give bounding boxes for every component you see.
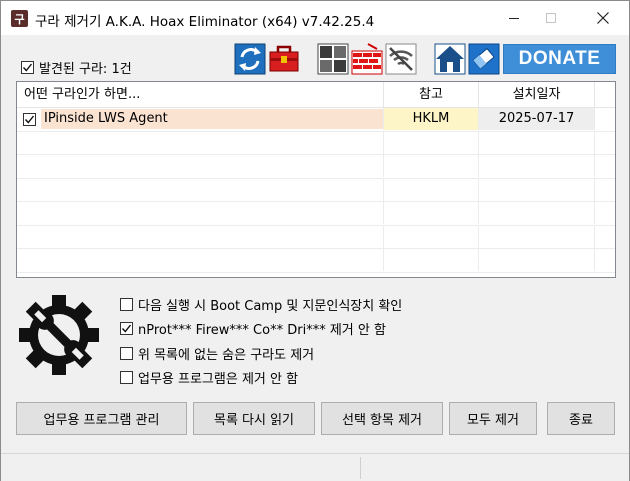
option-keep-business[interactable]: 업무용 프로그램은 제거 안 함 [120,368,298,387]
found-checkbox-box[interactable] [21,61,34,74]
option-checkbox[interactable] [120,298,133,311]
option-label: 위 목록에 없는 숨은 구라도 제거 [138,348,315,363]
reload-list-button[interactable]: 목록 다시 읽기 [193,402,315,435]
option-label: 다음 실행 시 Boot Camp 및 지문인식장치 확인 [138,299,403,314]
home-icon[interactable] [434,43,466,75]
close-button[interactable] [580,1,626,35]
option-label: 업무용 프로그램은 제거 안 함 [138,372,299,387]
eraser-icon[interactable] [468,43,500,75]
status-pane [1,457,361,479]
option-checkbox[interactable] [120,371,133,384]
refresh-icon[interactable] [234,43,266,75]
exit-button[interactable]: 종료 [547,402,615,435]
empty-row [17,202,615,226]
option-bootcamp-check[interactable]: 다음 실행 시 Boot Camp 및 지문인식장치 확인 [120,295,402,314]
option-checkbox[interactable] [120,347,133,360]
gear-wrench-icon [19,289,99,379]
empty-row [17,225,615,249]
remove-selected-button[interactable]: 선택 항목 제거 [321,402,443,435]
column-header-ref[interactable]: 참고 [384,82,479,108]
manage-business-button[interactable]: 업무용 프로그램 관리 [16,402,187,435]
empty-row [17,249,615,273]
app-icon: 구 [11,10,28,27]
status-bar [1,453,629,481]
row-date: 2025-07-17 [479,108,595,130]
firewall-icon[interactable] [351,43,383,75]
row-ref: HKLM [384,108,479,130]
donate-button[interactable]: DONATE [503,44,616,74]
maximize-icon [545,12,556,23]
row-name: IPinside LWS Agent [41,109,383,129]
option-remove-hidden[interactable]: 위 목록에 없는 숨은 구라도 제거 [120,344,314,363]
checkmark-icon [121,324,132,333]
remove-all-button[interactable]: 모두 제거 [449,402,537,435]
option-skip-nprotect[interactable]: nProt*** Firew*** Co** Dri*** 제거 안 함 [120,319,386,338]
empty-row [17,155,615,179]
hoax-list[interactable]: 어떤 구라인가 하면... 참고 설치일자 IPinside LWS Agent… [16,81,616,278]
window-title: 구라 제거기 A.K.A. Hoax Eliminator (x64) v7.4… [35,14,375,30]
list-rows: IPinside LWS Agent HKLM 2025-07-17 [17,108,615,273]
column-header-date[interactable]: 설치일자 [479,82,595,108]
main-window: 구 구라 제거기 A.K.A. Hoax Eliminator (x64) v7… [0,0,630,481]
title-bar[interactable]: 구 구라 제거기 A.K.A. Hoax Eliminator (x64) v7… [1,1,629,35]
found-count-checkbox[interactable]: 발견된 구라: 1건 [21,58,132,77]
found-count-label: 발견된 구라: 1건 [39,62,132,77]
checkmark-icon [24,115,35,124]
windows-grid-icon[interactable] [317,43,349,75]
minimize-icon [508,17,519,19]
wifi-off-icon[interactable] [385,43,417,75]
row-checkbox[interactable] [23,112,36,126]
column-header-name[interactable]: 어떤 구라인가 하면... [17,82,384,108]
option-label: nProt*** Firew*** Co** Dri*** 제거 안 함 [138,323,386,338]
checkmark-icon [22,63,33,72]
option-checkbox[interactable] [120,322,133,335]
empty-row [17,131,615,155]
list-header: 어떤 구라인가 하면... 참고 설치일자 [17,82,615,108]
toolbox-icon[interactable] [268,43,300,75]
empty-row [17,178,615,202]
maximize-button[interactable] [528,1,574,35]
row-name-cell: IPinside LWS Agent [17,108,384,130]
table-row[interactable]: IPinside LWS Agent HKLM 2025-07-17 [17,108,615,132]
close-icon [597,12,609,24]
